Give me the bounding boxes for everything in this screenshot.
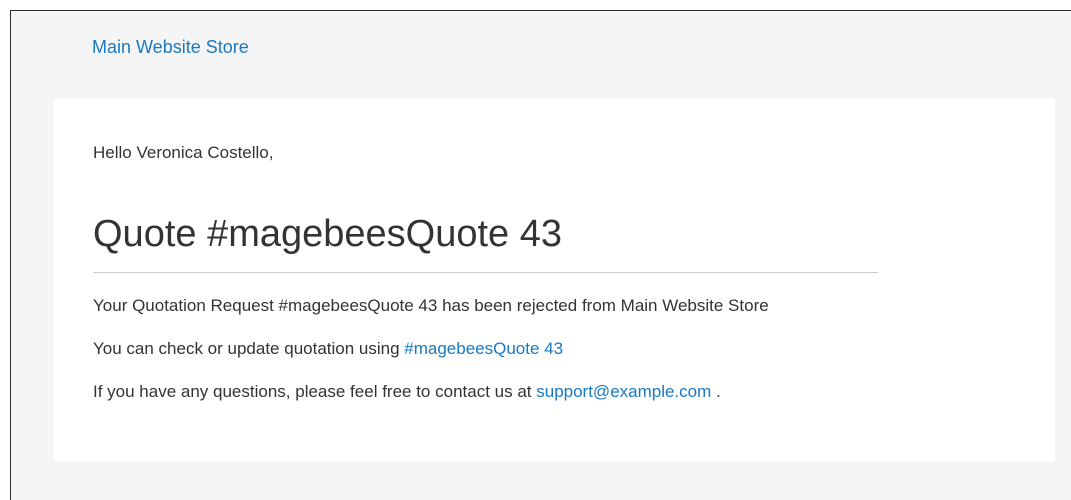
update-quotation-text: You can check or update quotation using bbox=[93, 339, 405, 358]
rejection-message: Your Quotation Request #magebeesQuote 43… bbox=[93, 296, 769, 315]
update-quotation-line: You can check or update quotation using … bbox=[93, 339, 563, 359]
contact-suffix: . bbox=[711, 382, 721, 401]
greeting-text: Hello Veronica Costello, bbox=[93, 143, 274, 162]
quote-title: Quote #magebeesQuote 43 bbox=[93, 213, 563, 255]
support-email-link[interactable]: support@example.com bbox=[536, 382, 711, 401]
email-viewport: Main Website Store Hello Veronica Costel… bbox=[10, 10, 1071, 500]
store-link[interactable]: Main Website Store bbox=[92, 36, 249, 58]
email-card: Hello Veronica Costello, Quote #magebees… bbox=[54, 99, 1055, 461]
quote-link[interactable]: #magebeesQuote 43 bbox=[404, 339, 563, 358]
title-divider bbox=[93, 272, 878, 273]
contact-text: If you have any questions, please feel f… bbox=[93, 382, 537, 401]
contact-line: If you have any questions, please feel f… bbox=[93, 382, 721, 402]
